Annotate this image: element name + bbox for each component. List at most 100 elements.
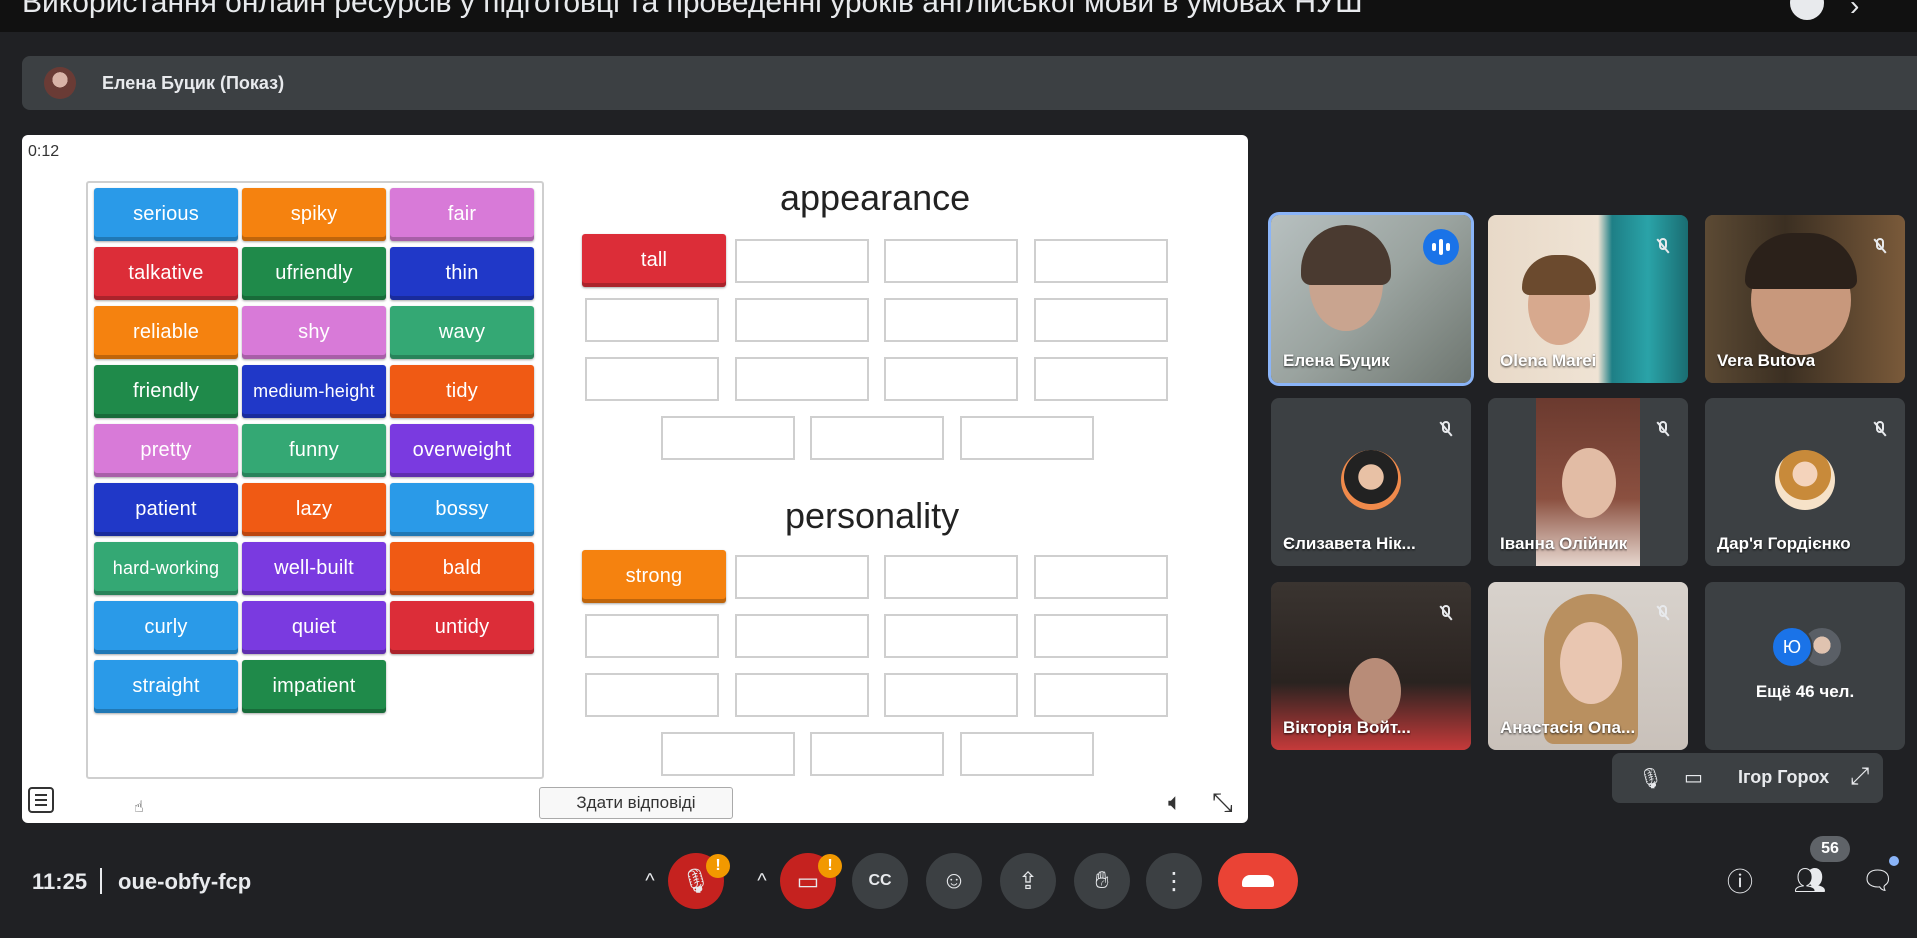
camera-warning-badge: ! <box>818 854 842 878</box>
participant-tile[interactable]: Вікторія Войт... <box>1271 582 1471 750</box>
word-tile[interactable]: fair <box>390 188 534 241</box>
drop-slot[interactable] <box>661 416 795 460</box>
word-tile[interactable]: patient <box>94 483 238 536</box>
drop-slot[interactable] <box>735 555 869 599</box>
participant-tile[interactable]: Olena Marei <box>1488 215 1688 383</box>
word-tile[interactable]: talkative <box>94 247 238 300</box>
word-tile[interactable]: serious <box>94 188 238 241</box>
leave-call-button[interactable] <box>1218 853 1298 909</box>
word-tile[interactable]: bossy <box>390 483 534 536</box>
drop-slot[interactable] <box>960 416 1094 460</box>
info-icon[interactable]: ⓘ <box>1722 862 1758 898</box>
word-tile[interactable]: friendly <box>94 365 238 418</box>
window-title: Використання онлайн ресурсів у підготовц… <box>22 0 1363 19</box>
drop-slot[interactable] <box>810 732 944 776</box>
mic-off-icon <box>1435 418 1457 440</box>
camera-options-chevron-icon[interactable]: ^ <box>742 860 782 902</box>
drop-slot[interactable] <box>1034 298 1168 342</box>
submit-answers-button[interactable]: Здати відповіді <box>539 787 733 819</box>
drop-slot[interactable] <box>585 614 719 658</box>
participant-tile[interactable]: Анастасія Опа... <box>1488 582 1688 750</box>
drop-slot[interactable] <box>585 673 719 717</box>
drop-slot[interactable] <box>661 732 795 776</box>
drop-slot[interactable] <box>810 416 944 460</box>
word-tile[interactable]: impatient <box>242 660 386 713</box>
personality-heading: personality <box>785 495 960 536</box>
word-tile[interactable]: ufriendly <box>242 247 386 300</box>
mic-off-icon <box>1652 235 1674 257</box>
captions-button[interactable]: CC <box>852 853 908 909</box>
word-tile[interactable]: curly <box>94 601 238 654</box>
mic-off-icon[interactable]: 🎙︎ <box>1638 766 1663 791</box>
reactions-button[interactable]: ☺ <box>926 853 982 909</box>
drop-slot[interactable] <box>1034 555 1168 599</box>
more-options-button[interactable]: ⋮ <box>1146 853 1202 909</box>
word-tile[interactable]: pretty <box>94 424 238 477</box>
present-button[interactable]: ⇪ <box>1000 853 1056 909</box>
drop-slot[interactable] <box>735 673 869 717</box>
placed-word-tile[interactable]: tall <box>582 234 726 287</box>
sound-muted-icon[interactable]: 🔈︎ <box>1168 789 1182 817</box>
drop-slot[interactable] <box>735 614 869 658</box>
placed-word-tile[interactable]: strong <box>582 550 726 603</box>
self-view-bar[interactable]: 🎙︎ ▭ Ігор Горох ⤢ <box>1612 753 1883 803</box>
raise-hand-button[interactable]: ✋︎ <box>1074 853 1130 909</box>
emoji-icon: ☺ <box>941 867 967 894</box>
drop-slot[interactable] <box>884 357 1018 401</box>
appearance-heading: appearance <box>780 177 971 218</box>
drop-slot[interactable] <box>735 357 869 401</box>
word-tile[interactable]: lazy <box>242 483 386 536</box>
shared-screen: 0:12 serious spiky fair talkative ufriendly t… <box>22 135 1248 823</box>
drop-slot[interactable] <box>884 673 1018 717</box>
word-tile[interactable]: thin <box>390 247 534 300</box>
word-tile[interactable]: shy <box>242 306 386 359</box>
word-tile[interactable]: reliable <box>94 306 238 359</box>
leave-call-icon <box>1242 875 1274 887</box>
drop-slot[interactable] <box>884 239 1018 283</box>
word-tile[interactable]: straight <box>94 660 238 713</box>
drop-slot[interactable] <box>884 555 1018 599</box>
drop-slot[interactable] <box>884 614 1018 658</box>
drop-slot[interactable] <box>585 298 719 342</box>
more-icon: ⋮ <box>1162 867 1186 895</box>
expand-icon[interactable]: ⤢ <box>1850 763 1869 791</box>
participant-name: Вікторія Войт... <box>1283 718 1411 737</box>
participant-tile[interactable]: Дар'я Гордієнко <box>1705 398 1905 566</box>
word-tile[interactable]: spiky <box>242 188 386 241</box>
participant-tile[interactable]: Іванна Олійник <box>1488 398 1688 566</box>
more-participants-tile[interactable]: Ю Ещё 46 чел. <box>1705 582 1905 750</box>
word-tile[interactable]: hard-working <box>94 542 238 595</box>
drop-slot[interactable] <box>585 357 719 401</box>
drop-slot[interactable] <box>735 239 869 283</box>
drop-slot[interactable] <box>1034 673 1168 717</box>
word-tile[interactable]: overweight <box>390 424 534 477</box>
camera-off-icon[interactable]: ▭ <box>1684 765 1703 790</box>
participant-tile[interactable]: Елена Буцик <box>1271 215 1471 383</box>
drop-slot[interactable] <box>1034 239 1168 283</box>
word-tile[interactable]: quiet <box>242 601 386 654</box>
word-tile[interactable]: tidy <box>390 365 534 418</box>
chat-icon[interactable]: 🗨︎ <box>1860 862 1896 898</box>
drop-slot[interactable] <box>1034 357 1168 401</box>
menu-icon[interactable] <box>28 787 54 813</box>
drop-slot[interactable] <box>1034 614 1168 658</box>
word-tile[interactable]: funny <box>242 424 386 477</box>
people-icon[interactable]: 👥︎ <box>1792 862 1828 898</box>
word-tile[interactable]: untidy <box>390 601 534 654</box>
word-tile[interactable]: well-built <box>242 542 386 595</box>
word-tile[interactable]: bald <box>390 542 534 595</box>
participant-tile[interactable]: Vera Butova <box>1705 215 1905 383</box>
drop-slot[interactable] <box>960 732 1094 776</box>
participant-tile[interactable]: Єлизавета Нік... <box>1271 398 1471 566</box>
meeting-code: oue-obfy-fcp <box>118 869 252 894</box>
account-icon[interactable] <box>1790 0 1824 20</box>
word-tile[interactable]: medium-height <box>242 365 386 418</box>
word-tile[interactable]: wavy <box>390 306 534 359</box>
mic-options-chevron-icon[interactable]: ^ <box>630 860 670 902</box>
captions-icon: CC <box>868 872 892 889</box>
more-icon[interactable]: › <box>1850 0 1884 24</box>
exit-fullscreen-icon[interactable]: ⤡ <box>1212 787 1233 819</box>
drop-slot[interactable] <box>884 298 1018 342</box>
drop-slot[interactable] <box>735 298 869 342</box>
chat-notification-dot <box>1889 856 1899 866</box>
